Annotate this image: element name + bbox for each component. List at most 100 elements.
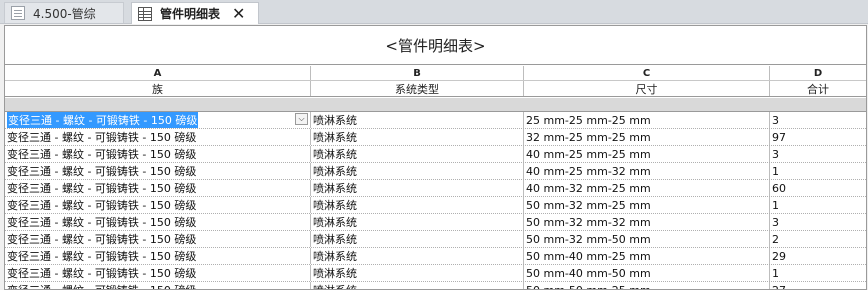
table-row[interactable]: 变径三通 - 螺纹 - 可锻铸铁 - 150 磅级 喷淋系统 50 mm-50 mm…	[5, 282, 866, 290]
tab-fitting-schedule[interactable]: 管件明细表 ✕	[131, 2, 259, 24]
cell-text: 变径三通 - 螺纹 - 可锻铸铁 - 150 磅级	[7, 199, 197, 212]
cell-text: 喷淋系统	[313, 148, 357, 161]
schedule-rows: 变径三通 - 螺纹 - 可锻铸铁 - 150 磅级 ⌵ 喷淋系统 25 mm-25 m…	[5, 112, 866, 290]
table-row[interactable]: 变径三通 - 螺纹 - 可锻铸铁 - 150 磅级 ⌵ 喷淋系统 25 mm-25 m…	[5, 112, 866, 129]
table-cell[interactable]: 喷淋系统	[311, 214, 524, 230]
table-cell[interactable]: 变径三通 - 螺纹 - 可锻铸铁 - 150 磅级	[5, 163, 311, 179]
cell-text: 变径三通 - 螺纹 - 可锻铸铁 - 150 磅级	[7, 216, 197, 229]
table-cell[interactable]: 变径三通 - 螺纹 - 可锻铸铁 - 150 磅级	[5, 129, 311, 145]
table-cell[interactable]: 97	[770, 129, 866, 145]
cell-text: 50 mm-40 mm-50 mm	[526, 266, 651, 280]
table-cell[interactable]: 喷淋系统	[311, 112, 524, 128]
column-letter[interactable]: D	[770, 66, 866, 80]
cell-text: 29	[772, 249, 786, 263]
column-header[interactable]: 尺寸	[524, 81, 770, 96]
cell-text: 40 mm-25 mm-25 mm	[526, 147, 651, 161]
table-cell[interactable]: 变径三通 - 螺纹 - 可锻铸铁 - 150 磅级	[5, 282, 311, 289]
cell-text: 3	[772, 147, 779, 161]
table-cell[interactable]: 喷淋系统	[311, 146, 524, 162]
table-cell[interactable]: 变径三通 - 螺纹 - 可锻铸铁 - 150 磅级	[5, 146, 311, 162]
table-cell[interactable]: 变径三通 - 螺纹 - 可锻铸铁 - 150 磅级 ⌵	[5, 112, 311, 128]
column-header[interactable]: 系统类型	[311, 81, 524, 96]
cell-text: 40 mm-25 mm-32 mm	[526, 164, 651, 178]
close-icon[interactable]: ✕	[232, 5, 245, 22]
table-cell[interactable]: 变径三通 - 螺纹 - 可锻铸铁 - 150 磅级	[5, 231, 311, 247]
cell-text: 1	[772, 198, 779, 212]
cell-text: 变径三通 - 螺纹 - 可锻铸铁 - 150 磅级	[7, 282, 196, 289]
table-cell[interactable]: 喷淋系统	[311, 265, 524, 281]
table-row[interactable]: 变径三通 - 螺纹 - 可锻铸铁 - 150 磅级 喷淋系统 40 mm-25 mm…	[5, 146, 866, 163]
table-cell[interactable]: 40 mm-25 mm-32 mm	[524, 163, 770, 179]
column-letter[interactable]: C	[524, 66, 770, 80]
view-tab-bar: 4.500-管综 管件明细表 ✕	[0, 0, 868, 24]
cell-text: 50 mm-32 mm-32 mm	[526, 215, 651, 229]
tab-floor-plan[interactable]: 4.500-管综	[4, 2, 124, 23]
header-separator	[5, 98, 866, 112]
table-cell[interactable]: 25 mm-25 mm-25 mm	[524, 112, 770, 128]
table-row[interactable]: 变径三通 - 螺纹 - 可锻铸铁 - 150 磅级 喷淋系统 32 mm-25 mm…	[5, 129, 866, 146]
cell-text: 3	[772, 113, 779, 127]
table-cell[interactable]: 3	[770, 112, 866, 128]
column-letter[interactable]: A	[5, 66, 311, 80]
cell-text: 1	[772, 164, 779, 178]
column-header[interactable]: 族	[5, 81, 311, 96]
cell-text: 喷淋系统	[313, 131, 357, 144]
table-cell[interactable]: 喷淋系统	[311, 248, 524, 264]
table-cell[interactable]: 2	[770, 231, 866, 247]
cell-text: 60	[772, 181, 786, 195]
table-cell[interactable]: 50 mm-32 mm-32 mm	[524, 214, 770, 230]
table-cell[interactable]: 1	[770, 197, 866, 213]
table-cell[interactable]: 变径三通 - 螺纹 - 可锻铸铁 - 150 磅级	[5, 197, 311, 213]
table-cell[interactable]: 喷淋系统	[311, 129, 524, 145]
table-cell[interactable]: 变径三通 - 螺纹 - 可锻铸铁 - 150 磅级	[5, 180, 311, 196]
cell-text: 变径三通 - 螺纹 - 可锻铸铁 - 150 磅级	[7, 250, 197, 263]
table-cell[interactable]: 50 mm-32 mm-50 mm	[524, 231, 770, 247]
table-cell[interactable]: 50 mm-40 mm-25 mm	[524, 248, 770, 264]
cell-text: 32 mm-25 mm-25 mm	[526, 130, 651, 144]
table-cell[interactable]: 1	[770, 265, 866, 281]
table-cell[interactable]: 喷淋系统	[311, 163, 524, 179]
cell-text: 变径三通 - 螺纹 - 可锻铸铁 - 150 磅级	[7, 131, 197, 144]
tab-label: 管件明细表	[160, 7, 221, 21]
tab-label: 4.500-管综	[33, 6, 96, 21]
table-cell[interactable]: 50 mm-32 mm-25 mm	[524, 197, 770, 213]
column-letter[interactable]: B	[311, 66, 524, 80]
table-cell[interactable]: 3	[770, 214, 866, 230]
table-cell[interactable]: 40 mm-25 mm-25 mm	[524, 146, 770, 162]
table-row[interactable]: 变径三通 - 螺纹 - 可锻铸铁 - 150 磅级 喷淋系统 40 mm-25 mm…	[5, 163, 866, 180]
cell-text: 25 mm-25 mm-25 mm	[526, 113, 651, 127]
table-cell[interactable]: 40 mm-32 mm-25 mm	[524, 180, 770, 196]
schedule-sheet: <管件明细表> A B C D 族 系统类型 尺寸 合计 变径三通 - 螺纹 -…	[4, 25, 867, 290]
table-cell[interactable]: 3	[770, 146, 866, 162]
table-row[interactable]: 变径三通 - 螺纹 - 可锻铸铁 - 150 磅级 喷淋系统 50 mm-32 mm…	[5, 214, 866, 231]
table-cell[interactable]: 变径三通 - 螺纹 - 可锻铸铁 - 150 磅级	[5, 265, 311, 281]
floor-plan-icon	[11, 6, 25, 20]
table-cell[interactable]: 喷淋系统	[311, 231, 524, 247]
chevron-down-icon[interactable]: ⌵	[295, 113, 308, 125]
schedule-table-icon	[138, 6, 152, 21]
table-row[interactable]: 变径三通 - 螺纹 - 可锻铸铁 - 150 磅级 喷淋系统 50 mm-40 mm…	[5, 265, 866, 282]
cell-text: 喷淋系统	[313, 250, 357, 263]
table-cell[interactable]: 27	[770, 282, 866, 290]
table-cell[interactable]: 29	[770, 248, 866, 264]
cell-text: 40 mm-32 mm-25 mm	[526, 181, 651, 195]
table-cell[interactable]: 50 mm-50 mm-25 mm	[524, 282, 770, 289]
table-row[interactable]: 变径三通 - 螺纹 - 可锻铸铁 - 150 磅级 喷淋系统 40 mm-32 mm…	[5, 180, 866, 197]
cell-text: 27	[772, 283, 786, 290]
column-header[interactable]: 合计	[770, 81, 866, 96]
table-cell[interactable]: 变径三通 - 螺纹 - 可锻铸铁 - 150 磅级	[5, 248, 311, 264]
table-row[interactable]: 变径三通 - 螺纹 - 可锻铸铁 - 150 磅级 喷淋系统 50 mm-32 mm…	[5, 231, 866, 248]
table-cell[interactable]: 喷淋系统	[311, 180, 524, 196]
table-cell[interactable]: 50 mm-40 mm-50 mm	[524, 265, 770, 281]
cell-text: 50 mm-32 mm-25 mm	[526, 198, 651, 212]
cell-text: 97	[772, 130, 786, 144]
table-row[interactable]: 变径三通 - 螺纹 - 可锻铸铁 - 150 磅级 喷淋系统 50 mm-32 mm…	[5, 197, 866, 214]
table-cell[interactable]: 32 mm-25 mm-25 mm	[524, 129, 770, 145]
table-cell[interactable]: 60	[770, 180, 866, 196]
table-cell[interactable]: 喷淋系统	[311, 197, 524, 213]
table-cell[interactable]: 变径三通 - 螺纹 - 可锻铸铁 - 150 磅级	[5, 214, 311, 230]
cell-text: 喷淋系统	[313, 199, 357, 212]
table-cell[interactable]: 1	[770, 163, 866, 179]
table-row[interactable]: 变径三通 - 螺纹 - 可锻铸铁 - 150 磅级 喷淋系统 50 mm-40 mm…	[5, 248, 866, 265]
table-cell[interactable]: 喷淋系统	[311, 282, 524, 289]
